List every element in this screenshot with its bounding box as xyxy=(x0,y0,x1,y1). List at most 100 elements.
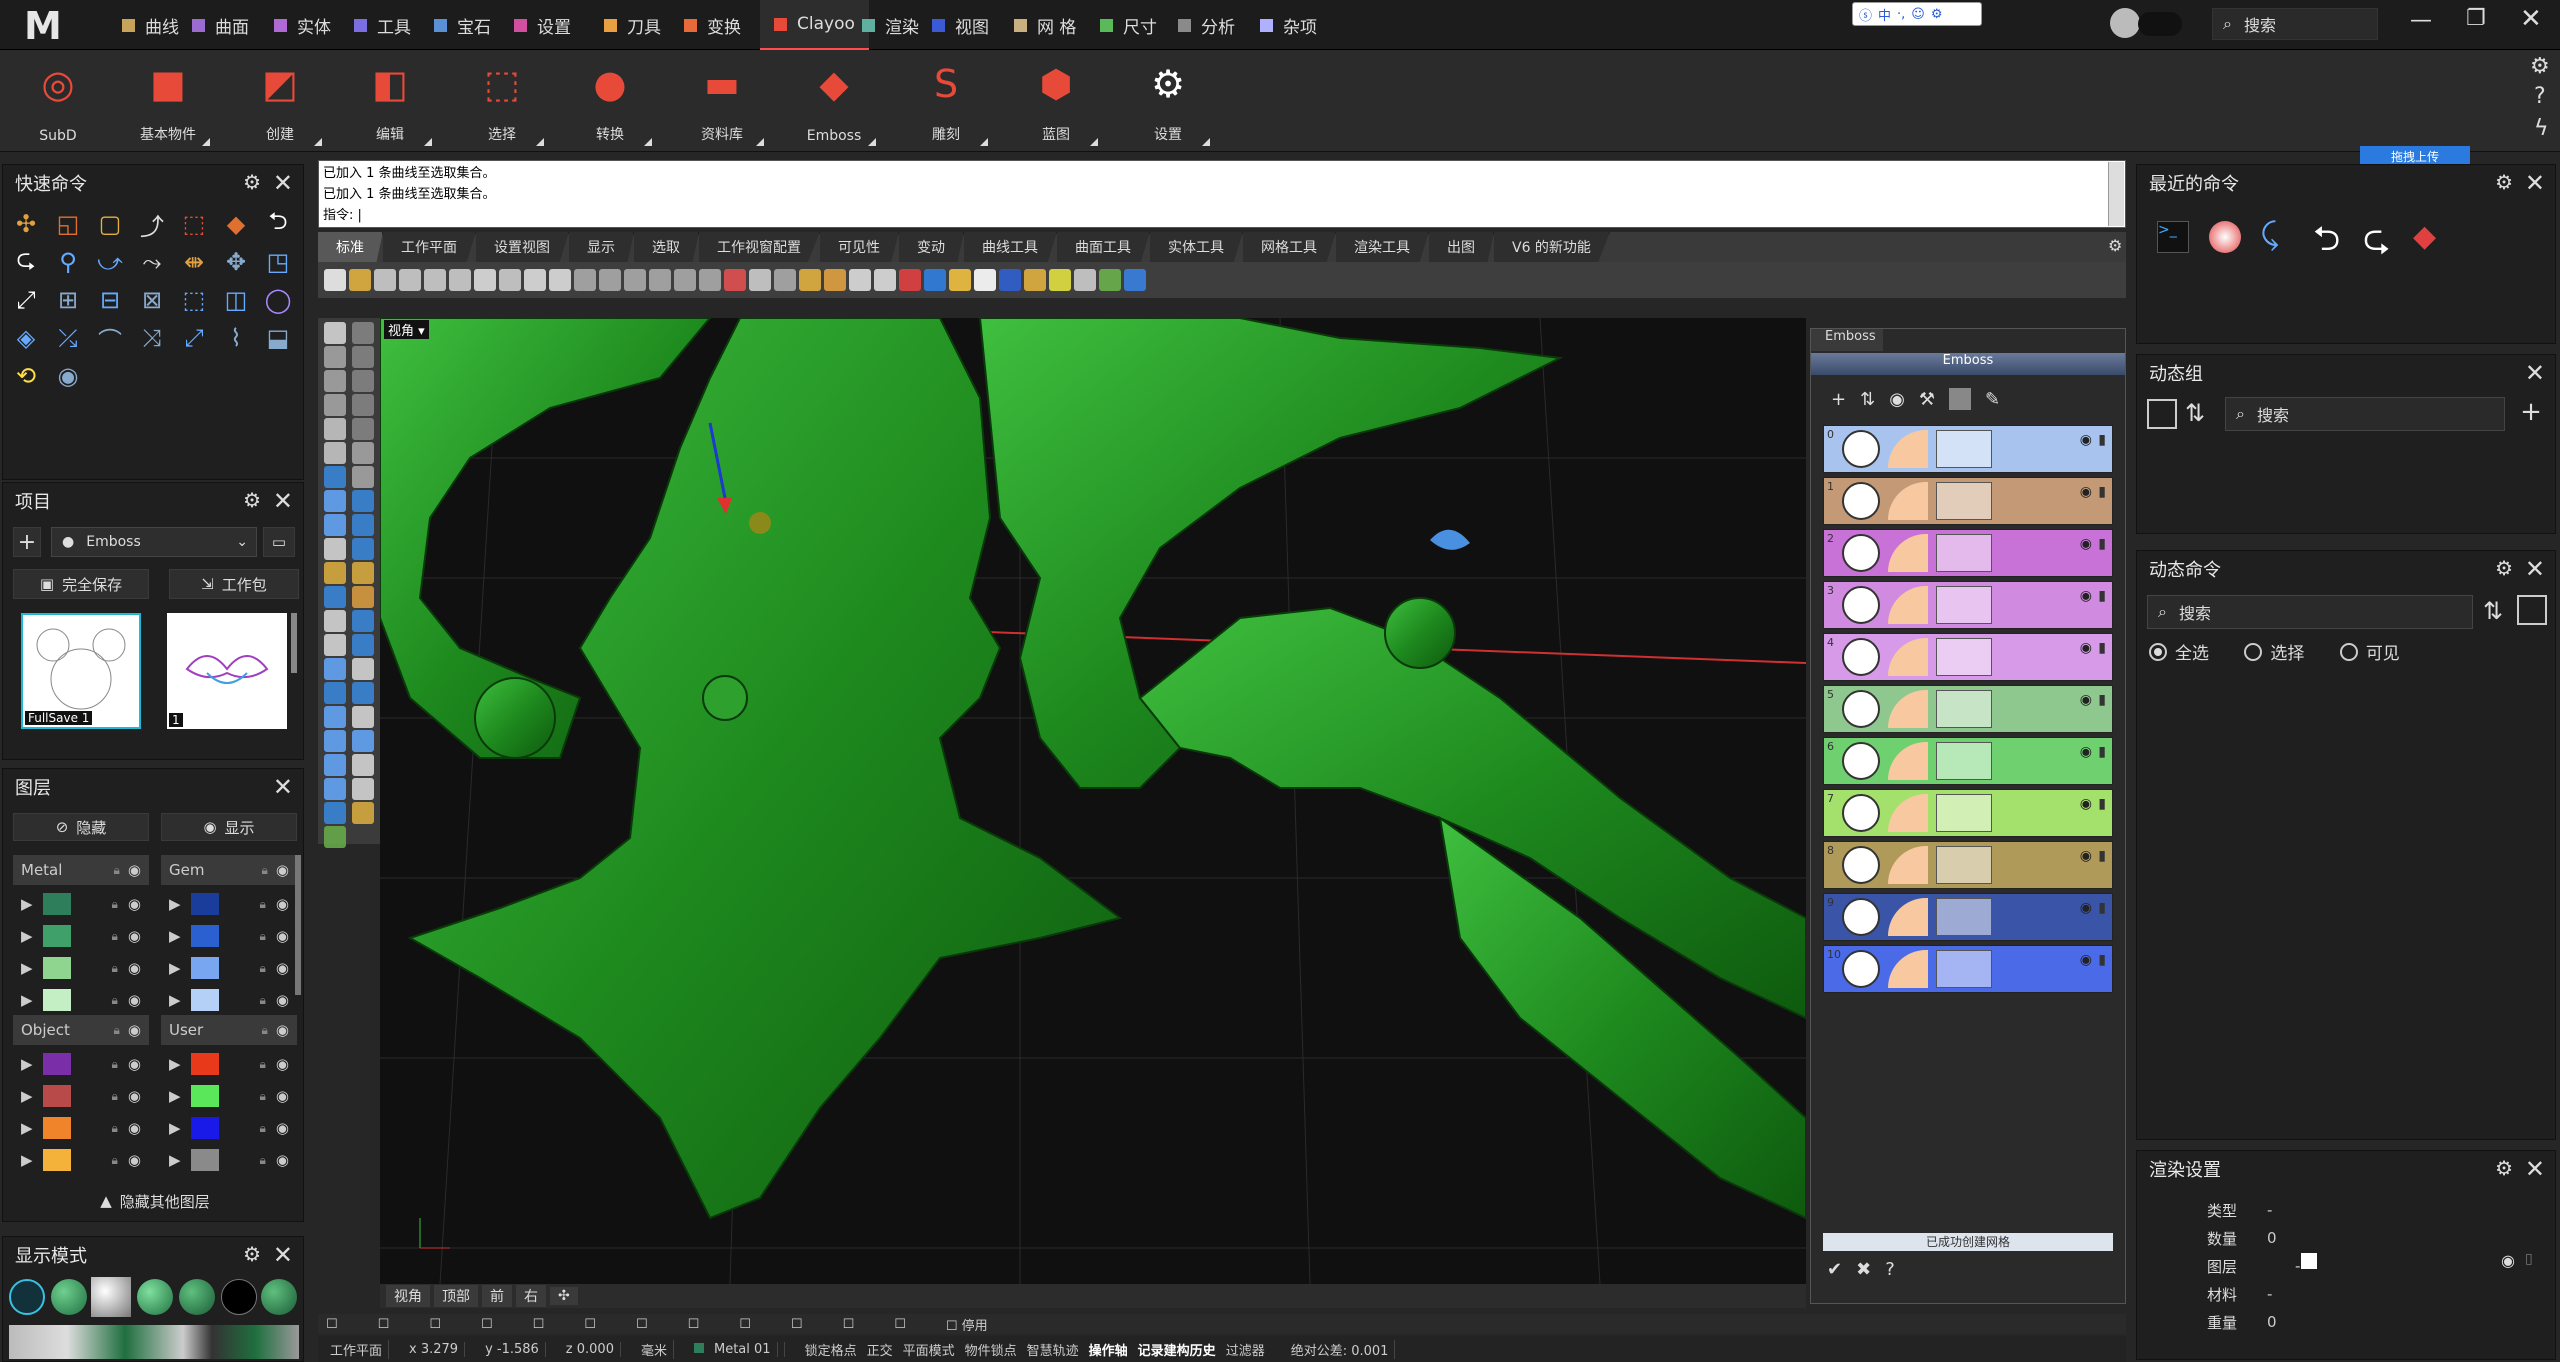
quick-command-icon[interactable]: ⤻ xyxy=(95,247,125,277)
menu-tab[interactable]: 刀具 xyxy=(590,0,675,50)
tool-icon[interactable] xyxy=(352,562,374,584)
add-icon[interactable]: + xyxy=(1831,389,1846,410)
expand-icon[interactable]: ▶ xyxy=(21,1151,33,1169)
profile-curve-icon[interactable] xyxy=(1888,742,1928,780)
rotate-left-icon[interactable]: ⮌ xyxy=(2313,215,2340,272)
toolbar-tab[interactable]: 曲线工具 xyxy=(964,232,1057,262)
gear-icon[interactable]: ⚙ xyxy=(2495,1156,2513,1180)
toolbar-icon[interactable] xyxy=(674,269,696,291)
lock-icon[interactable]: 🔒︎ xyxy=(114,1023,120,1038)
tool-icon[interactable] xyxy=(352,322,374,344)
tool-icon[interactable] xyxy=(324,514,346,536)
corner-arrow-icon[interactable] xyxy=(536,138,544,146)
toolbar-icon[interactable] xyxy=(899,269,921,291)
expand-icon[interactable]: ▶ xyxy=(169,1119,181,1137)
viewport-title[interactable]: 视角 ▾ xyxy=(384,320,429,339)
tool-icon[interactable] xyxy=(352,634,374,656)
display-mode-wireframe[interactable] xyxy=(9,1279,45,1315)
snap-box[interactable]: ☐ xyxy=(688,1317,700,1332)
toolbar-icon[interactable] xyxy=(974,269,996,291)
eye-icon[interactable]: ◉ xyxy=(276,861,289,879)
menu-tab[interactable]: 视图 xyxy=(918,0,1003,50)
snap-box[interactable]: ☐ xyxy=(378,1317,390,1332)
swap-icon[interactable]: ⇅ xyxy=(1860,389,1875,410)
layer-row[interactable]: ▶ 🔒︎ ◉ xyxy=(161,985,297,1015)
quick-command-icon[interactable]: ⊞ xyxy=(53,285,83,315)
emboss-shape-icon[interactable]: ◆ xyxy=(2413,219,2436,254)
eye-icon[interactable]: ◉ xyxy=(276,1151,289,1169)
emboss-mode-icon[interactable] xyxy=(1842,690,1880,728)
emboss-layer-row[interactable]: 9 ◉ ▮ xyxy=(1823,893,2113,941)
emboss-mode-icon[interactable] xyxy=(1842,534,1880,572)
toolbar-icon[interactable] xyxy=(549,269,571,291)
corner-arrow-icon[interactable] xyxy=(868,138,876,146)
emboss-mode-icon[interactable] xyxy=(1842,742,1880,780)
help-icon[interactable]: ? xyxy=(2534,84,2546,109)
status-toggle[interactable]: 智慧轨迹 xyxy=(1027,1340,1079,1359)
status-toggle[interactable]: 过滤器 xyxy=(1226,1340,1265,1359)
eye-icon[interactable]: ◉ xyxy=(276,1087,289,1105)
ribbon-button[interactable]: ◆ Emboss xyxy=(784,56,884,150)
emboss-layer-row[interactable]: 4 ◉ ▮ xyxy=(1823,633,2113,681)
eye-icon[interactable]: ◉ xyxy=(128,1119,141,1137)
trash-icon[interactable]: ▮ xyxy=(2098,536,2106,552)
tool-icon[interactable] xyxy=(324,562,346,584)
corner-arrow-icon[interactable] xyxy=(202,138,210,146)
emboss-layer-row[interactable]: 2 ◉ ▮ xyxy=(1823,529,2113,577)
gumball-center-icon[interactable] xyxy=(749,512,771,534)
project-thumb-1[interactable]: 1 xyxy=(167,613,287,729)
corner-arrow-icon[interactable] xyxy=(980,138,988,146)
toolbar-tab[interactable]: 工作平面 xyxy=(383,232,476,262)
corner-arrow-icon[interactable] xyxy=(644,138,652,146)
eye-icon[interactable]: ◉ xyxy=(276,1021,289,1039)
layer-color-swatch[interactable] xyxy=(42,1085,71,1107)
trash-icon[interactable]: ▮ xyxy=(2098,432,2106,448)
trash-icon[interactable]: ▮ xyxy=(2098,796,2106,812)
emboss-layer-row[interactable]: 8 ◉ ▮ xyxy=(1823,841,2113,889)
quick-command-icon[interactable]: ⤢ xyxy=(11,285,41,315)
toolbar-icon[interactable] xyxy=(749,269,771,291)
eye-icon[interactable]: ◉ xyxy=(2080,900,2092,916)
lock-icon[interactable]: 🔒︎ xyxy=(260,993,266,1008)
ribbon-button[interactable]: ◧ 编辑 xyxy=(340,56,440,150)
layer-group-header[interactable]: Gem 🔒︎ ◉ xyxy=(161,855,297,885)
eye-icon[interactable]: ◉ xyxy=(128,1151,141,1169)
tool-icon[interactable] xyxy=(324,370,346,392)
expand-icon[interactable]: ▶ xyxy=(21,959,33,977)
project-thumb-fullsave[interactable]: FullSave 1 xyxy=(21,613,141,729)
gear-icon[interactable]: ⚙ xyxy=(2495,556,2513,580)
gear-icon[interactable]: ⚙ xyxy=(243,1242,261,1266)
toolbar-tab[interactable]: 显示 xyxy=(569,232,634,262)
quick-command-icon[interactable]: ⮌ xyxy=(263,207,293,239)
toolbar-icon[interactable] xyxy=(574,269,596,291)
tool-icon[interactable] xyxy=(352,346,374,368)
quick-command-icon[interactable]: ✣ xyxy=(11,209,41,239)
toolbar-icon[interactable] xyxy=(499,269,521,291)
toolbar-icon[interactable] xyxy=(699,269,721,291)
hide-other-layers-button[interactable]: ▲ 隐藏其他图层 xyxy=(13,1187,297,1215)
emboss-mode-icon[interactable] xyxy=(1842,586,1880,624)
status-toggle[interactable]: 物件锁点 xyxy=(965,1340,1017,1359)
eye-icon[interactable]: ◉ xyxy=(276,1055,289,1073)
shape-preview-icon[interactable] xyxy=(1936,846,1992,884)
viewport-tab[interactable]: 顶部 xyxy=(434,1285,478,1307)
eye-icon[interactable]: ◉ xyxy=(128,959,141,977)
layer-group-header[interactable]: Object 🔒︎ ◉ xyxy=(13,1015,149,1045)
tool-icon[interactable] xyxy=(324,490,346,512)
corner-arrow-icon[interactable] xyxy=(424,138,432,146)
menu-tab[interactable]: 宝石 xyxy=(420,0,505,50)
ribbon-button[interactable]: S 雕刻 xyxy=(896,56,996,150)
quick-command-icon[interactable]: ◳ xyxy=(263,247,293,277)
hammer-icon[interactable]: ⚒ xyxy=(1919,389,1935,410)
lock-icon[interactable]: 🔒︎ xyxy=(112,1153,118,1168)
close-icon[interactable]: ✕ xyxy=(273,169,293,197)
emboss-layer-row[interactable]: 7 ◉ ▮ xyxy=(1823,789,2113,837)
display-mode-row2[interactable] xyxy=(9,1325,299,1359)
check-icon[interactable]: ✔ xyxy=(1827,1259,1842,1280)
radio-visible[interactable]: 可见 xyxy=(2339,639,2400,664)
snap-box[interactable]: ☐ xyxy=(481,1317,493,1332)
add-project-button[interactable]: + xyxy=(13,527,41,557)
status-toggle[interactable]: 操作轴 xyxy=(1089,1340,1128,1359)
eye-icon[interactable]: ◉ xyxy=(128,895,141,913)
layer-group-header[interactable]: User 🔒︎ ◉ xyxy=(161,1015,297,1045)
